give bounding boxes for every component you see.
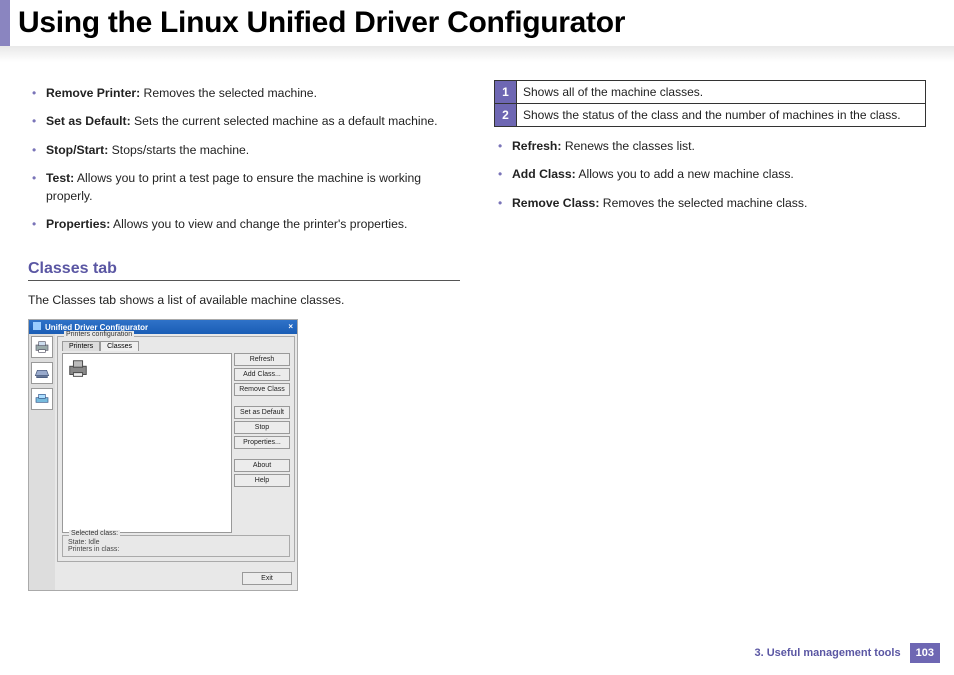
legend-desc: Shows the status of the class and the nu… [517, 104, 926, 127]
screenshot-window: Unified Driver Configurator × [28, 319, 298, 591]
header-shadow [0, 44, 954, 62]
set-default-button[interactable]: Set as Default [234, 406, 290, 419]
status-panel: Selected class: State: Idle Printers in … [62, 535, 290, 557]
right-column: 1 Shows all of the machine classes. 2 Sh… [494, 74, 926, 591]
list-item: Refresh: Renews the classes list. [494, 137, 926, 155]
chapter-label: 3. Useful management tools [754, 647, 900, 659]
table-row: 2 Shows the status of the class and the … [495, 104, 926, 127]
add-class-button[interactable]: Add Class... [234, 368, 290, 381]
content-columns: Remove Printer: Removes the selected mac… [0, 62, 954, 591]
tab-printers[interactable]: Printers [62, 341, 100, 351]
refresh-button[interactable]: Refresh [234, 353, 290, 366]
tabs: Printers Classes [62, 341, 290, 351]
page-title: Using the Linux Unified Driver Configura… [18, 6, 954, 40]
printers-config-fieldset: Printers configuration Printers Classes … [57, 336, 295, 562]
page-header: Using the Linux Unified Driver Configura… [0, 0, 954, 46]
left-column: Remove Printer: Removes the selected mac… [28, 74, 460, 591]
tab-classes[interactable]: Classes [100, 341, 139, 351]
button-column: Refresh Add Class... Remove Class Set as… [234, 353, 290, 533]
status-line: Printers in class: [68, 546, 284, 553]
printer-class-icon [67, 358, 89, 380]
legend-num: 2 [495, 104, 517, 127]
list-item: Properties: Allows you to view and chang… [28, 215, 460, 233]
about-button[interactable]: About [234, 459, 290, 472]
printer-actions-list: Remove Printer: Removes the selected mac… [28, 84, 460, 234]
list-item: Remove Printer: Removes the selected mac… [28, 84, 460, 102]
printer-alt-icon [34, 392, 50, 406]
remove-class-button[interactable]: Remove Class [234, 383, 290, 396]
classes-tab-intro: The Classes tab shows a list of availabl… [28, 293, 460, 307]
classes-tab-heading: Classes tab [28, 260, 460, 281]
fieldset-label: Printers configuration [64, 331, 134, 338]
legend-table: 1 Shows all of the machine classes. 2 Sh… [494, 80, 926, 127]
close-icon[interactable]: × [288, 322, 293, 331]
printer-icon [34, 340, 50, 354]
sidebar-printers-button[interactable] [31, 336, 53, 358]
scanner-icon [34, 366, 50, 380]
legend-desc: Shows all of the machine classes. [517, 81, 926, 104]
stop-button[interactable]: Stop [234, 421, 290, 434]
status-line: State: Idle [68, 539, 284, 546]
exit-button[interactable]: Exit [242, 572, 292, 585]
help-button[interactable]: Help [234, 474, 290, 487]
status-label: Selected class: [69, 530, 120, 537]
app-icon [33, 322, 41, 330]
page-footer: 3. Useful management tools 103 [754, 643, 940, 663]
list-item: Remove Class: Removes the selected machi… [494, 194, 926, 212]
legend-num: 1 [495, 81, 517, 104]
sidebar-scanners-button[interactable] [31, 362, 53, 384]
list-item: Add Class: Allows you to add a new machi… [494, 165, 926, 183]
properties-button[interactable]: Properties... [234, 436, 290, 449]
list-item: Stop/Start: Stops/starts the machine. [28, 141, 460, 159]
sidebar-ports-button[interactable] [31, 388, 53, 410]
page-number: 103 [910, 643, 940, 663]
list-item: Set as Default: Sets the current selecte… [28, 112, 460, 130]
class-actions-list: Refresh: Renews the classes list. Add Cl… [494, 137, 926, 212]
sidebar [29, 334, 55, 590]
table-row: 1 Shows all of the machine classes. [495, 81, 926, 104]
list-item: Test: Allows you to print a test page to… [28, 169, 460, 206]
class-listbox[interactable] [62, 353, 232, 533]
